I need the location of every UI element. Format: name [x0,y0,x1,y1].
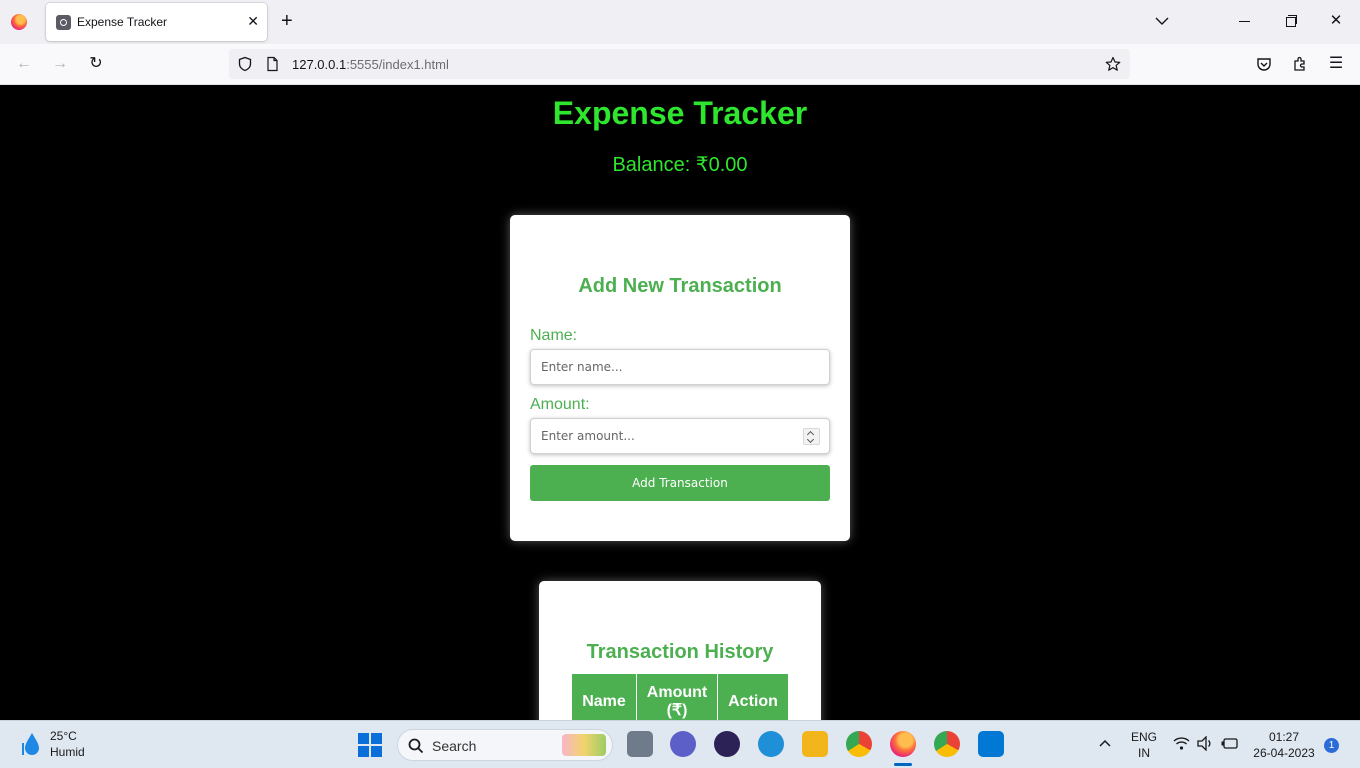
name-label: Name: [530,327,578,344]
battery-icon[interactable] [1221,737,1239,750]
browser-nav-bar: ← → ↻ 127.0.0.1:5555/index1.html ☰ [0,44,1360,85]
taskbar-search-box[interactable]: Search [397,729,613,761]
vscode-icon[interactable] [978,731,1004,757]
balance-display: Balance: ₹0.00 [0,152,1360,177]
balance-label: Balance: [612,154,696,176]
browser-tab-bar: Expense Tracker ✕ + ✕ [0,0,1360,44]
window-minimize-icon[interactable] [1236,12,1254,30]
balance-value: ₹0.00 [695,154,748,176]
pocket-icon[interactable] [1255,55,1273,73]
notification-badge[interactable]: 1 [1324,738,1339,753]
page-title: Expense Tracker [552,95,808,131]
firefox-logo-icon[interactable] [11,14,27,30]
add-transaction-button[interactable]: Add Transaction [530,465,830,501]
language-indicator-bottom[interactable]: IN [1130,746,1158,760]
transaction-table: Name Amount (₹) Action [571,673,789,720]
add-transaction-card: Add New Transaction Name: Amount: Add Tr… [510,215,850,541]
column-header-name: Name [571,673,637,720]
language-indicator-top[interactable]: ENG [1130,730,1158,744]
shield-icon[interactable] [237,56,253,72]
weather-temperature[interactable]: 25°C [50,729,77,743]
window-close-icon[interactable]: ✕ [1327,12,1345,30]
transaction-history-card: Transaction History Name Amount (₹) Acti… [539,581,821,720]
list-all-tabs-chevron-icon[interactable] [1153,12,1171,30]
teams-chat-icon[interactable] [670,731,696,757]
chrome-profile-icon[interactable] [934,731,960,757]
back-arrow-icon[interactable]: ← [15,55,33,73]
active-app-indicator [894,763,912,766]
reload-icon[interactable]: ↻ [87,55,105,73]
tab-title: Expense Tracker [77,15,168,29]
new-tab-plus-icon[interactable]: + [281,10,293,32]
clock-date[interactable]: 26-04-2023 [1250,746,1318,760]
search-label: Search [432,738,477,754]
column-header-amount: Amount (₹) [636,673,718,720]
window-restore-icon[interactable] [1282,12,1300,30]
bookmark-star-icon[interactable] [1105,56,1121,72]
search-icon [408,738,424,754]
amount-label: Amount: [530,396,590,413]
file-explorer-icon[interactable] [802,731,828,757]
page-info-icon[interactable] [264,56,280,72]
eclipse-ide-icon[interactable] [714,731,740,757]
page-viewport: Expense Tracker Balance: ₹0.00 Add New T… [0,85,1360,720]
weather-humid-drop-icon[interactable] [22,731,42,757]
number-spinner-icon[interactable] [803,428,820,445]
firefox-taskbar-icon[interactable] [890,731,916,757]
task-view-icon[interactable] [627,731,653,757]
add-transaction-title: Add New Transaction [578,275,782,297]
forward-arrow-icon[interactable]: → [51,55,69,73]
clock-time[interactable]: 01:27 [1250,730,1318,744]
tray-overflow-chevron-icon[interactable] [1098,737,1112,751]
volume-icon[interactable] [1197,736,1214,751]
column-header-action: Action [717,673,789,720]
wifi-icon[interactable] [1173,736,1190,751]
windows-taskbar: 25°C Humid Search ENG IN 01:27 26-04-202… [0,720,1360,768]
search-highlight-image [562,734,606,756]
chrome-browser-icon[interactable] [846,731,872,757]
browser-tab-active[interactable]: Expense Tracker ✕ [46,3,267,41]
amount-field-wrapper [510,418,850,454]
url-text[interactable]: 127.0.0.1:5555/index1.html [292,57,449,72]
transaction-history-title: Transaction History [586,641,774,663]
extensions-puzzle-icon[interactable] [1291,55,1309,73]
edge-browser-icon[interactable] [758,731,784,757]
address-bar[interactable]: 127.0.0.1:5555/index1.html [229,49,1130,79]
hamburger-menu-icon[interactable]: ☰ [1327,55,1345,73]
name-input[interactable] [530,349,830,385]
windows-start-icon[interactable] [358,733,382,757]
weather-description[interactable]: Humid [50,745,85,759]
amount-input[interactable] [530,418,830,454]
tab-favicon-icon [56,15,71,30]
tab-close-icon[interactable]: ✕ [247,13,259,29]
